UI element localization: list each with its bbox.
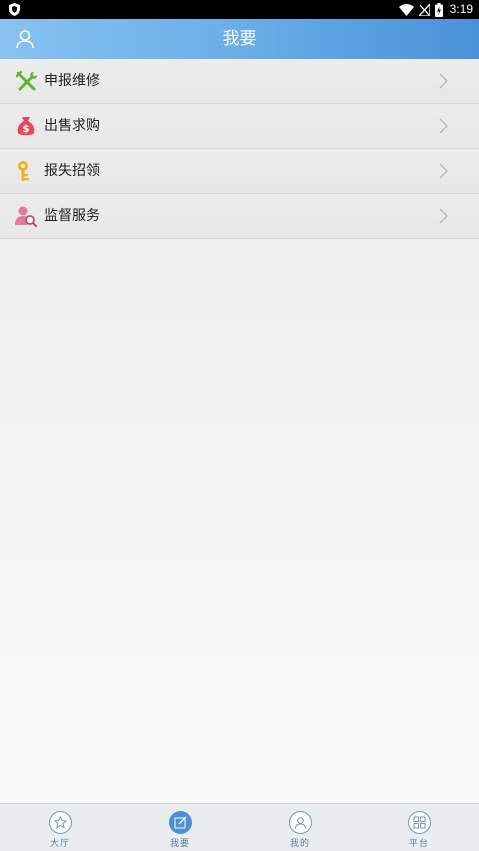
menu-item-label: 申报维修 (44, 73, 100, 89)
menu-item-label: 报失招领 (44, 163, 100, 179)
tab-want[interactable]: 我要 (120, 804, 240, 851)
bottom-tab-bar: 大厅 我要 我的 平台 (0, 803, 479, 851)
tab-mine[interactable]: 我的 (240, 804, 360, 851)
menu-item-label: 监督服务 (44, 208, 100, 224)
status-time: 3:19 (449, 2, 473, 16)
tab-hall[interactable]: 大厅 (0, 804, 120, 851)
tab-label: 我的 (289, 839, 310, 849)
page-title: 我要 (222, 29, 257, 49)
key-icon (18, 161, 29, 181)
menu-item-supervision[interactable]: 监督服务 (0, 194, 479, 239)
chevron-right-icon (439, 163, 448, 179)
svg-text:$: $ (23, 124, 30, 135)
edit-icon (169, 811, 192, 834)
wifi-icon (398, 3, 414, 16)
battery-charging-icon (434, 2, 443, 17)
menu-item-trade[interactable]: $ 出售求购 (0, 104, 479, 149)
chevron-right-icon (439, 118, 448, 134)
wrench-screwdriver-icon (15, 70, 37, 91)
tab-label: 我要 (169, 839, 190, 849)
tab-label: 平台 (408, 839, 429, 849)
person-search-icon (15, 206, 37, 227)
star-icon (49, 811, 72, 834)
chevron-right-icon (439, 73, 448, 89)
menu-item-repair[interactable]: 申报维修 (0, 59, 479, 104)
status-bar: 3:19 (0, 0, 479, 19)
shield-icon (9, 3, 20, 16)
menu-item-label: 出售求购 (44, 118, 100, 134)
tab-platform[interactable]: 平台 (359, 804, 479, 851)
menu-item-lost-found[interactable]: 报失招领 (0, 149, 479, 194)
no-signal-icon (418, 3, 430, 16)
tab-label: 大厅 (49, 839, 70, 849)
header-bar: 我要 (0, 19, 479, 59)
person-icon (289, 811, 312, 834)
chevron-right-icon (439, 208, 448, 224)
menu-list: 申报维修 $ 出售求购 报失招领 监督服务 (0, 59, 479, 239)
money-bag-icon: $ (17, 117, 35, 136)
grid-icon (408, 811, 431, 834)
